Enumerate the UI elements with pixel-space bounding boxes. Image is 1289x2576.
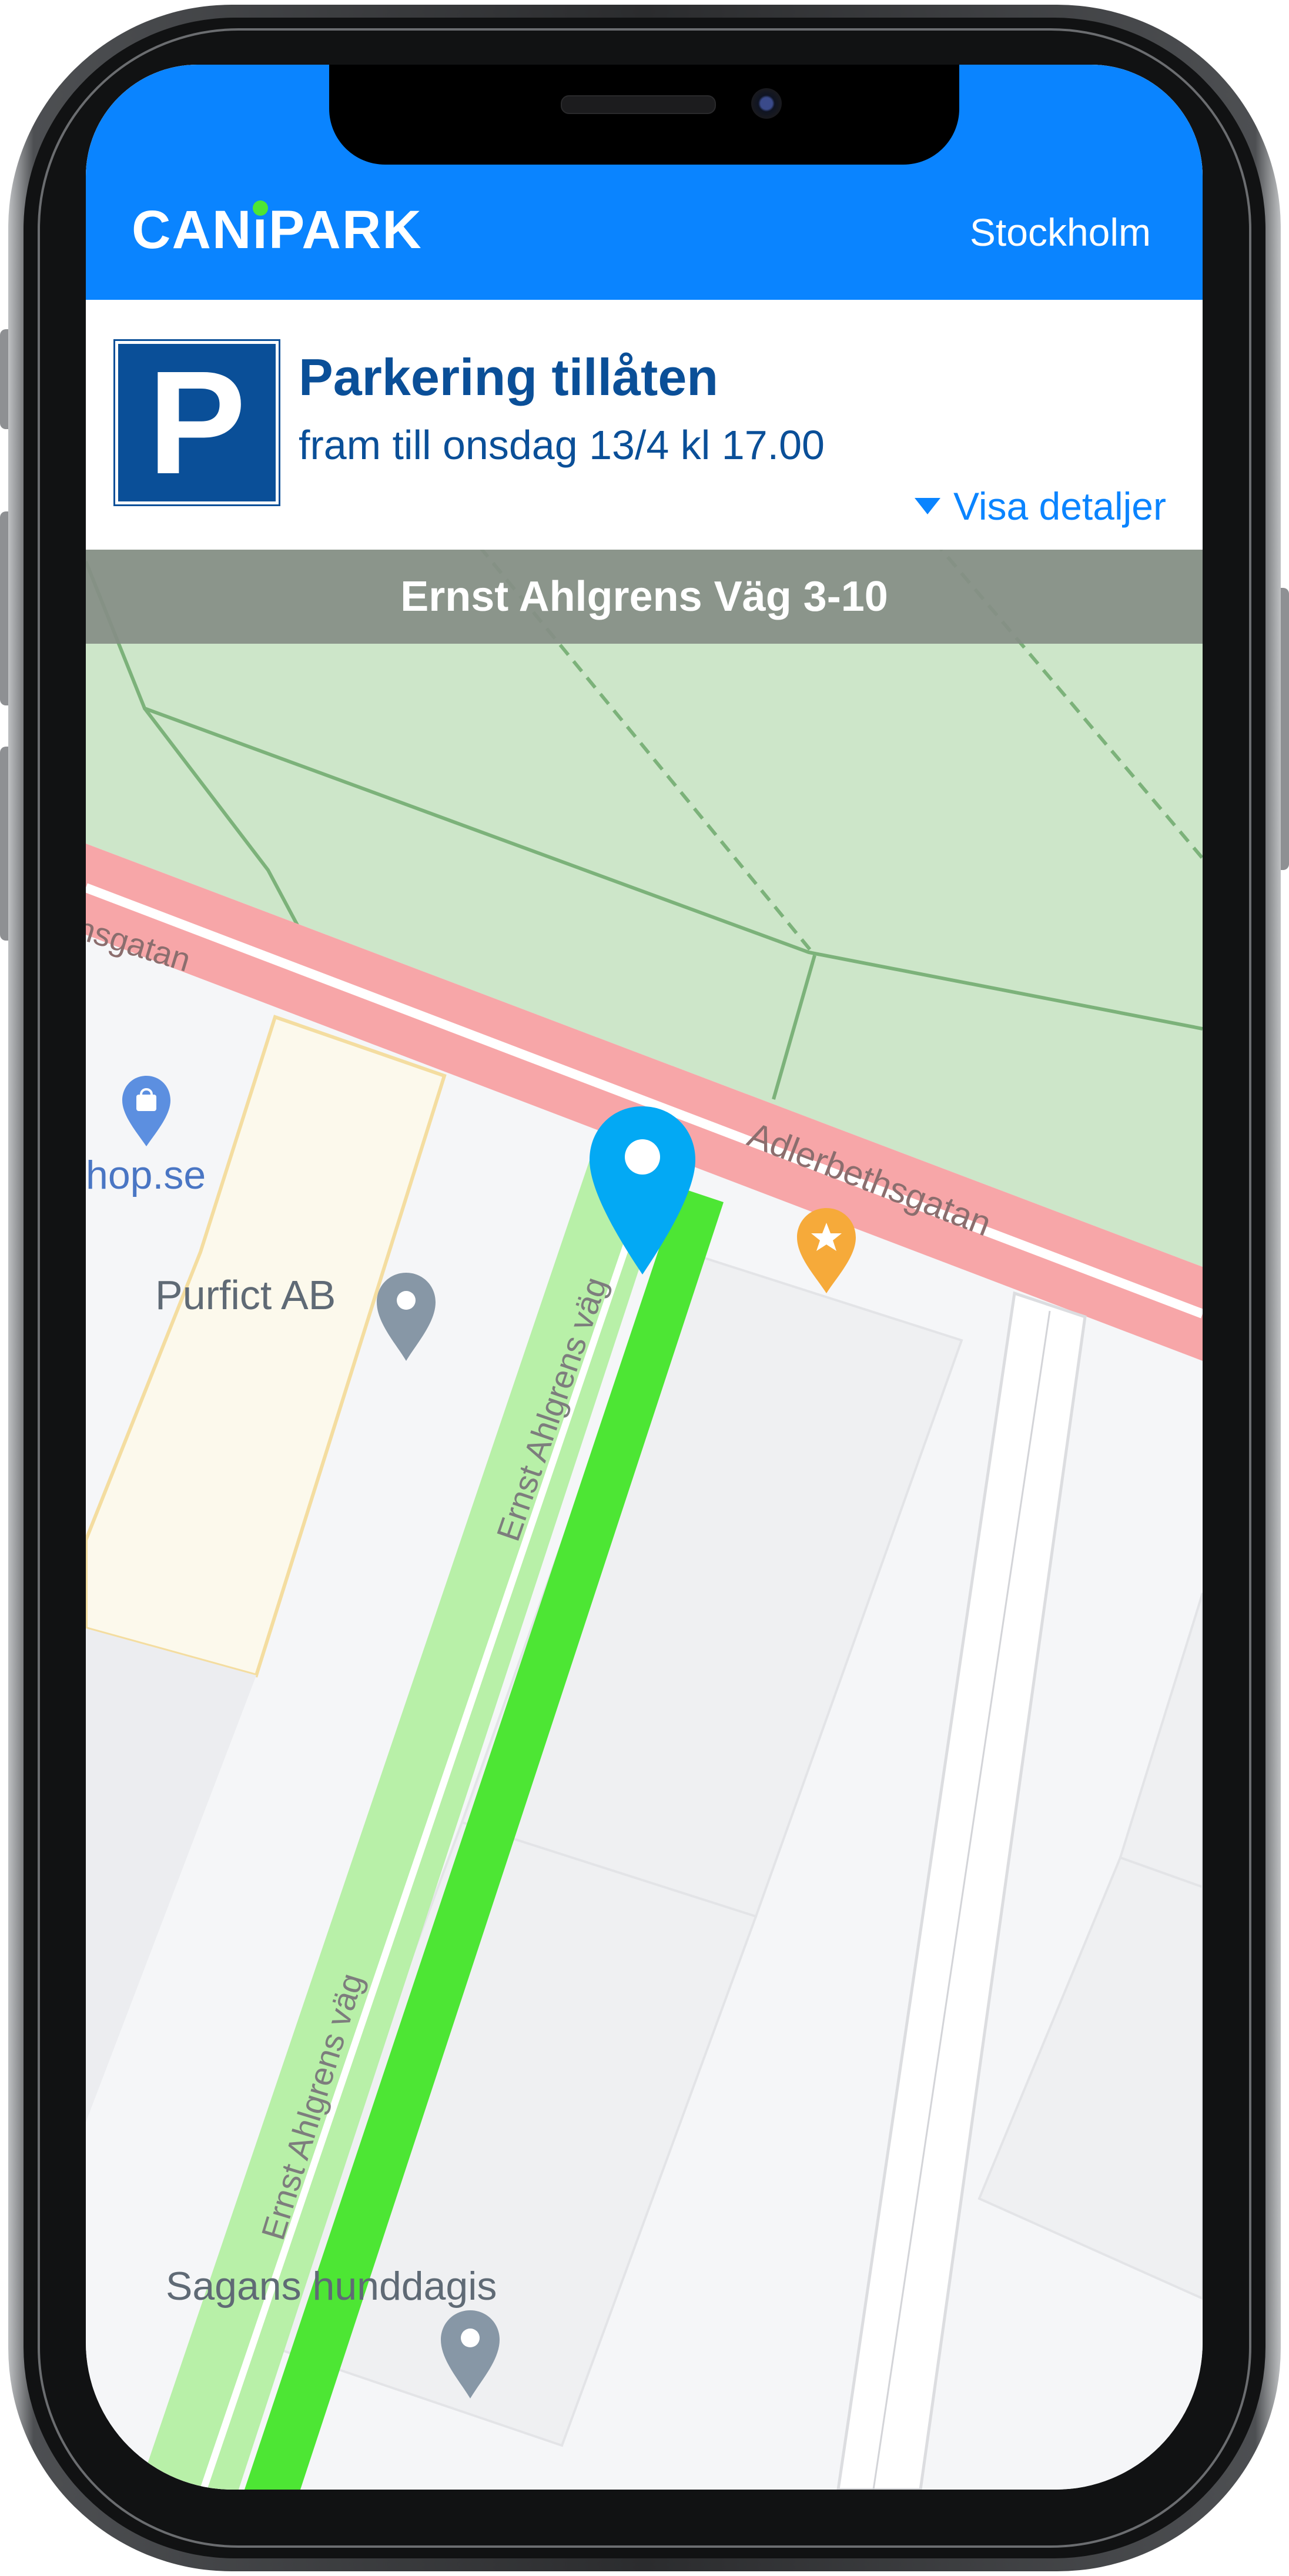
brand-logo[interactable]: CANıPARK [132, 200, 423, 260]
show-details-label: Visa detaljer [953, 484, 1166, 528]
street-bar: Ernst Ahlgrens Väg 3-10 [86, 550, 1203, 644]
show-details-button[interactable]: Visa detaljer [914, 484, 1166, 528]
app-screen: nsgatan Adlerbethsgatan Ernst Ahlgrens v… [86, 65, 1203, 2490]
place-label-purfict: Purfict AB [155, 1272, 336, 1318]
parking-status-card: P Parkering tillåten fram till onsdag 13… [86, 300, 1203, 550]
caret-down-icon [914, 498, 940, 514]
place-label-hunddagis: Sagans hunddagis [166, 2264, 497, 2309]
city-selector[interactable]: Stockholm [970, 213, 1151, 252]
camera-icon [751, 88, 782, 119]
status-subtitle: fram till onsdag 13/4 kl 17.00 [299, 422, 825, 468]
phone-notch [329, 65, 959, 165]
speaker-grille [561, 95, 716, 114]
brand-i: ı [252, 200, 269, 260]
place-label-shop: hop.se [86, 1153, 206, 1197]
parking-sign-icon: P [113, 339, 280, 506]
status-title: Parkering tillåten [299, 348, 719, 406]
street-name: Ernst Ahlgrens Väg 3-10 [400, 573, 888, 620]
